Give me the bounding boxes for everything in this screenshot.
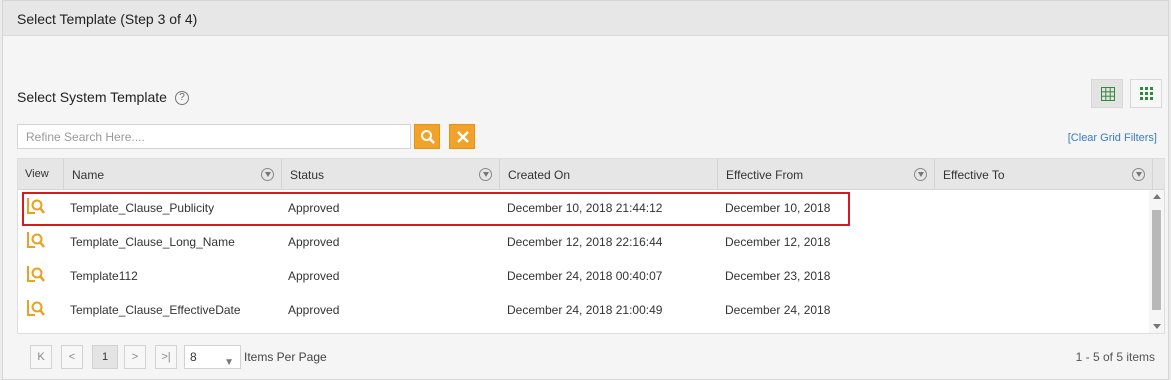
cell-effective-from: December 23, 2018: [725, 269, 831, 283]
cell-effective-from: December 10, 2018: [725, 201, 831, 215]
cell-name: Template_Clause_Publicity: [70, 201, 215, 215]
view-details-icon[interactable]: [26, 230, 46, 250]
first-page-button[interactable]: K: [30, 345, 52, 369]
cell-status: Approved: [288, 269, 340, 283]
column-header-label: Effective From: [726, 168, 804, 182]
grid-header: View Name Status Created On Effective Fr…: [18, 159, 1164, 190]
filter-icon[interactable]: [1132, 168, 1145, 181]
template-grid: View Name Status Created On Effective Fr…: [17, 158, 1165, 334]
cell-created-on: December 10, 2018 21:44:12: [507, 201, 663, 215]
column-header-label: Effective To: [943, 168, 1005, 182]
column-header-name[interactable]: Name: [64, 159, 282, 190]
cell-name: Template_Clause_EffectiveDate: [70, 303, 241, 317]
cell-name: Template112: [70, 269, 138, 283]
next-page-button[interactable]: >: [124, 345, 146, 369]
table-row[interactable]: Template112 Approved December 24, 2018 0…: [18, 258, 1149, 292]
step-title: Select Template (Step 3 of 4): [17, 11, 198, 27]
table-row[interactable]: Template_Clause_Long_Name Approved Decem…: [18, 224, 1149, 258]
search-input[interactable]: [17, 124, 411, 149]
table-row[interactable]: Template_Clause_EffectiveDate Approved D…: [18, 292, 1149, 326]
scroll-down-arrow-icon[interactable]: [1153, 324, 1161, 329]
cell-created-on: December 12, 2018 22:16:44: [507, 235, 663, 249]
tile-view-toggle[interactable]: [1130, 79, 1162, 108]
cell-effective-from: December 24, 2018: [725, 303, 831, 317]
grid-scrollbar[interactable]: [1149, 190, 1164, 333]
pager-summary: 1 - 5 of 5 items: [1075, 350, 1155, 364]
items-per-page-value: 8: [190, 350, 197, 364]
column-header-effective-to[interactable]: Effective To: [935, 159, 1153, 190]
step-header: Select Template (Step 3 of 4): [3, 1, 1168, 36]
list-grid-icon: [1101, 87, 1115, 101]
scrollbar-thumb[interactable]: [1152, 210, 1161, 310]
items-per-page-select[interactable]: 8 ▼: [184, 345, 241, 369]
filter-icon[interactable]: [914, 168, 927, 181]
scroll-up-arrow-icon[interactable]: [1153, 194, 1161, 199]
section-title: Select System Template: [17, 89, 167, 105]
cell-status: Approved: [288, 201, 340, 215]
help-icon[interactable]: ?: [175, 91, 189, 105]
pager: K < 1 > >| 8 ▼ Items Per Page 1 - 5 of 5…: [3, 334, 1168, 380]
clear-grid-filters-link[interactable]: [Clear Grid Filters]: [1068, 132, 1157, 144]
table-row[interactable]: Template_Clause_Publicity Approved Decem…: [18, 190, 1149, 224]
current-page-button[interactable]: 1: [92, 345, 118, 369]
cell-name: Template_Clause_Long_Name: [70, 235, 235, 249]
cell-effective-from: December 12, 2018: [725, 235, 831, 249]
column-header-effective-from[interactable]: Effective From: [718, 159, 935, 190]
column-header-created-on[interactable]: Created On: [500, 159, 718, 190]
column-header-status[interactable]: Status: [282, 159, 500, 190]
cell-status: Approved: [288, 235, 340, 249]
column-header-label: Created On: [508, 168, 571, 182]
cell-status: Approved: [288, 303, 340, 317]
filter-icon[interactable]: [261, 168, 274, 181]
cell-created-on: December 24, 2018 00:40:07: [507, 269, 663, 283]
tile-grid-icon: [1140, 87, 1153, 100]
items-per-page-label: Items Per Page: [244, 350, 327, 364]
search-icon: [421, 130, 435, 144]
column-header-label: Name: [72, 168, 105, 182]
column-header-label: Status: [290, 168, 325, 182]
template-selection-panel: Select Template (Step 3 of 4) Select Sys…: [2, 0, 1169, 380]
view-details-icon[interactable]: [26, 298, 46, 318]
cell-created-on: December 24, 2018 21:00:49: [507, 303, 663, 317]
last-page-button[interactable]: >|: [155, 345, 177, 369]
clear-search-button[interactable]: [449, 124, 475, 149]
close-icon: [457, 131, 469, 143]
view-details-icon[interactable]: [26, 264, 46, 284]
list-view-toggle[interactable]: [1091, 79, 1123, 108]
previous-page-button[interactable]: <: [61, 345, 83, 369]
column-header-view: View: [18, 159, 64, 190]
chevron-down-icon: ▼: [224, 357, 234, 368]
filter-icon[interactable]: [479, 168, 492, 181]
search-button[interactable]: [414, 124, 440, 149]
view-details-icon[interactable]: [26, 196, 46, 216]
